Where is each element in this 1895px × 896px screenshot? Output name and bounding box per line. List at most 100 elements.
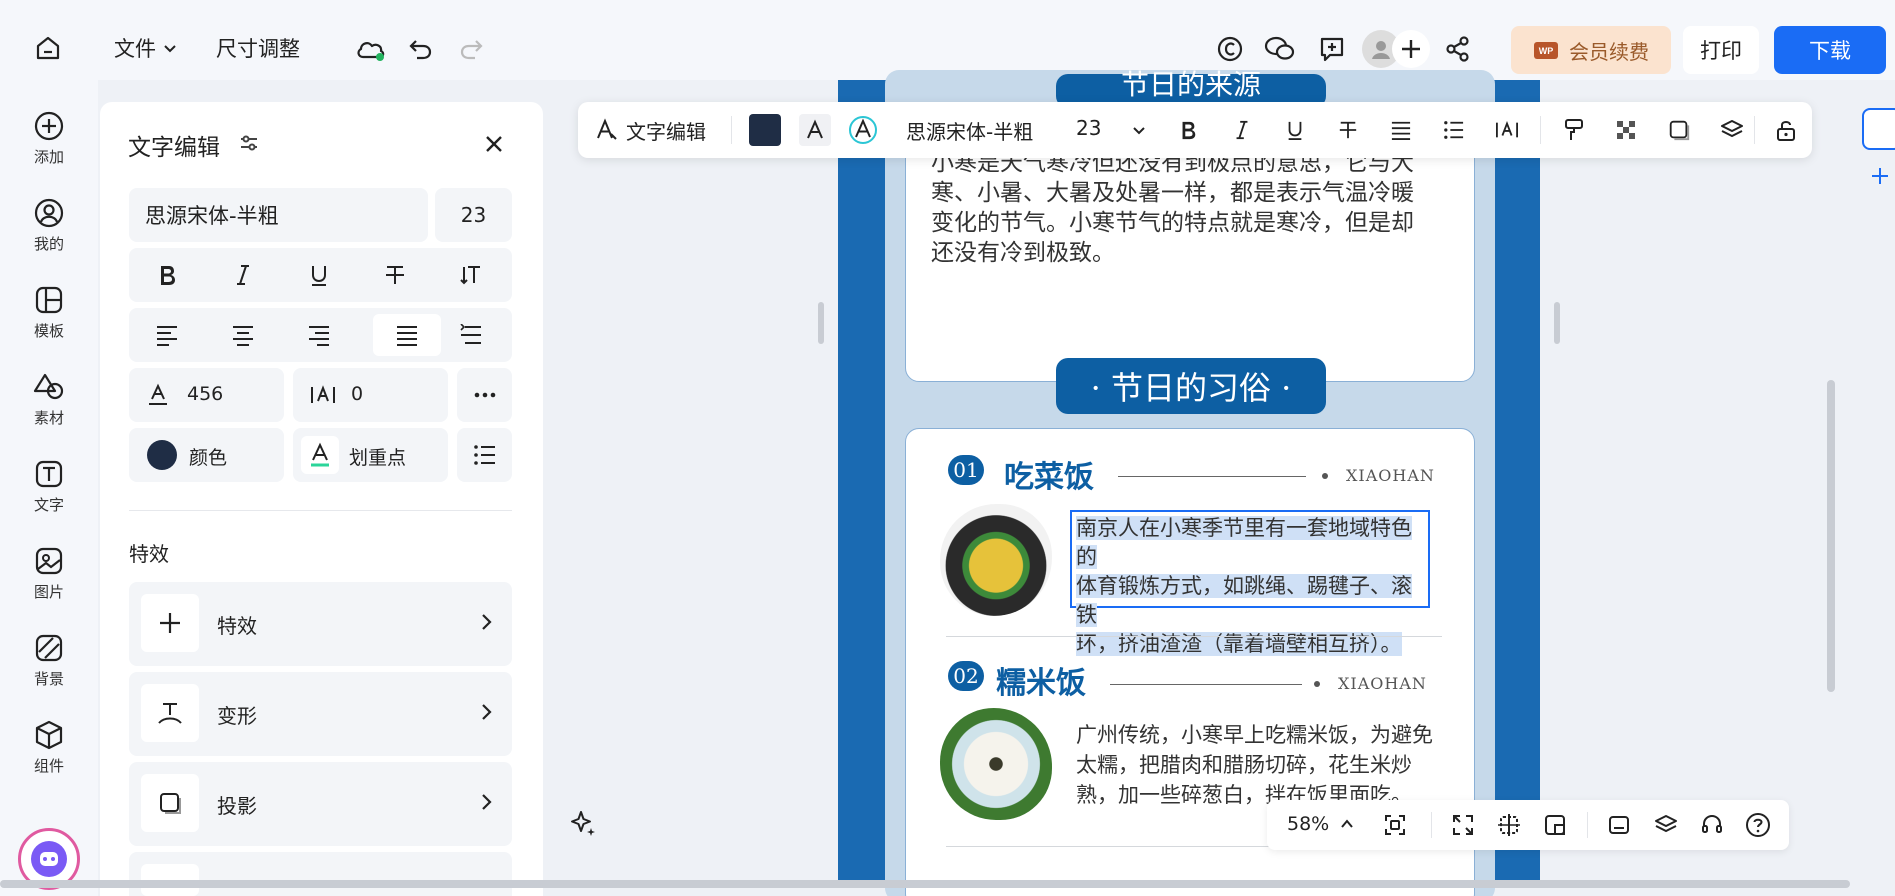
- copyright-icon[interactable]: [1214, 33, 1246, 65]
- undo-icon[interactable]: [405, 34, 435, 64]
- list-icon[interactable]: [1440, 116, 1468, 144]
- transparency-icon[interactable]: [1612, 116, 1640, 144]
- align-right-icon[interactable]: [297, 320, 341, 350]
- align-distribute-icon[interactable]: [449, 320, 493, 350]
- toolbar-font-family[interactable]: 思源宋体-半粗: [906, 116, 1033, 145]
- format-painter-icon[interactable]: [1560, 116, 1588, 144]
- color-label: 颜色: [189, 447, 228, 469]
- layers-icon[interactable]: [1718, 116, 1746, 144]
- bottom-toolbar: 58%: [1267, 800, 1789, 850]
- rail-item-material[interactable]: 素材: [0, 371, 98, 443]
- text-stroke-icon[interactable]: [847, 114, 879, 146]
- align-left-icon[interactable]: [145, 320, 189, 350]
- font-size-input[interactable]: 23: [435, 188, 512, 242]
- origin-paragraph[interactable]: 小寒是天气寒冷但还没有到极点的意思，它与大 寒、小暑、大暑及处暑一样，都是表示气…: [931, 148, 1461, 268]
- item-divider-line: [1118, 476, 1306, 477]
- align-justify-icon[interactable]: [1387, 116, 1415, 144]
- rail-item-background[interactable]: 背景: [0, 632, 98, 704]
- more-options-icon[interactable]: [457, 368, 512, 422]
- zoom-control[interactable]: 58%: [1287, 813, 1355, 835]
- cloud-sync-icon[interactable]: [354, 33, 388, 65]
- guides-icon[interactable]: [1495, 811, 1523, 839]
- italic-icon[interactable]: [1228, 116, 1256, 144]
- line-spacing-icon[interactable]: [1492, 116, 1522, 144]
- italic-icon[interactable]: [221, 260, 265, 290]
- list-icon[interactable]: [457, 428, 512, 482]
- text-edit-button[interactable]: 文字编辑: [594, 116, 706, 144]
- strikethrough-icon[interactable]: [1334, 116, 1362, 144]
- rail-item-text[interactable]: 文字: [0, 458, 98, 530]
- rail-item-image[interactable]: 图片: [0, 545, 98, 617]
- rail-item-mine[interactable]: 我的: [0, 197, 98, 269]
- rice-bowl-image[interactable]: [940, 708, 1052, 820]
- shadow-icon[interactable]: [1665, 116, 1693, 144]
- effect-row-more[interactable]: [129, 852, 512, 896]
- item-tag: XIAOHAN: [1346, 466, 1435, 485]
- toolbar-divider: [1540, 116, 1541, 144]
- align-center-icon[interactable]: [221, 320, 265, 350]
- settings-sliders-icon[interactable]: [236, 130, 262, 156]
- effect-row-transform[interactable]: 变形: [129, 672, 512, 756]
- add-comment-icon[interactable]: [1316, 33, 1348, 65]
- vip-renew-button[interactable]: WP 会员续费: [1511, 26, 1671, 74]
- vertical-text-icon[interactable]: [449, 260, 493, 290]
- print-label: 打印: [1700, 39, 1742, 63]
- highlight-button[interactable]: 划重点: [293, 428, 448, 482]
- resize-button[interactable]: 尺寸调整: [216, 30, 300, 66]
- add-collaborator-icon[interactable]: [1392, 30, 1430, 68]
- font-family-select[interactable]: 思源宋体-半粗: [129, 188, 428, 242]
- subtitle-icon[interactable]: [1605, 811, 1633, 839]
- rail-item-template[interactable]: 模板: [0, 284, 98, 356]
- redo-icon[interactable]: [457, 34, 487, 64]
- resize-handle-right[interactable]: [1554, 302, 1560, 344]
- customs-heading[interactable]: · 节日的习俗 ·: [1056, 358, 1326, 414]
- underline-icon[interactable]: [1281, 116, 1309, 144]
- fit-screen-icon[interactable]: [1381, 811, 1409, 839]
- resize-handle-left[interactable]: [818, 302, 824, 344]
- text-color-swatch[interactable]: [749, 114, 781, 146]
- strikethrough-icon[interactable]: [373, 260, 417, 290]
- wechat-icon[interactable]: [1263, 33, 1297, 65]
- effect-row-effects[interactable]: 特效: [129, 582, 512, 666]
- chevron-down-icon[interactable]: [1129, 120, 1149, 140]
- align-justify-icon[interactable]: [373, 314, 441, 356]
- toolbar-font-size[interactable]: 23: [1076, 116, 1101, 140]
- item-title[interactable]: 吃菜饭: [1004, 452, 1094, 496]
- effect-row-shadow[interactable]: 投影: [129, 762, 512, 846]
- letter-spacing-input[interactable]: 456: [129, 368, 284, 422]
- bold-icon[interactable]: [1174, 116, 1202, 144]
- layers-icon[interactable]: [1652, 811, 1680, 839]
- share-icon[interactable]: [1442, 33, 1474, 65]
- horizontal-scrollbar[interactable]: [0, 880, 1850, 888]
- user-icon: [33, 197, 65, 229]
- underline-icon[interactable]: [297, 260, 341, 290]
- panel-title: 文字编辑: [128, 135, 220, 161]
- rail-item-component[interactable]: 组件: [0, 719, 98, 791]
- file-menu[interactable]: 文件: [114, 30, 178, 66]
- line-spacing-input[interactable]: 0: [293, 368, 448, 422]
- unlock-icon[interactable]: [1772, 116, 1800, 144]
- chevron-down-icon: [162, 40, 178, 56]
- left-rail: 添加 我的 模板 素材 文字 图片 背景 组件: [0, 80, 98, 896]
- vertical-scrollbar[interactable]: [1827, 380, 1835, 692]
- color-picker[interactable]: 颜色: [129, 428, 284, 482]
- add-page-icon[interactable]: [1868, 164, 1892, 188]
- download-button[interactable]: 下载: [1774, 26, 1886, 74]
- paragraph-line: 南京人在小寒季节里有一套地域特色的: [1076, 516, 1412, 569]
- help-icon[interactable]: [1744, 811, 1772, 839]
- home-icon[interactable]: [30, 30, 66, 66]
- bold-icon[interactable]: [145, 260, 189, 290]
- close-icon[interactable]: [480, 130, 508, 158]
- text-background-icon[interactable]: [799, 114, 831, 146]
- page-number-box[interactable]: [1862, 108, 1895, 150]
- rail-item-add[interactable]: 添加: [0, 110, 98, 182]
- sparkle-icon[interactable]: [566, 806, 600, 840]
- headset-icon[interactable]: [1698, 811, 1726, 839]
- item-number: 02: [948, 661, 984, 691]
- layout-icon[interactable]: [1541, 811, 1569, 839]
- item-2-paragraph[interactable]: 广州传统，小寒早上吃糯米饭，为避免 太糯，把腊肉和腊肠切碎，花生米炒 熟，加一些…: [1076, 720, 1436, 810]
- print-button[interactable]: 打印: [1683, 26, 1759, 74]
- fullscreen-icon[interactable]: [1449, 811, 1477, 839]
- item-title[interactable]: 糯米饭: [996, 658, 1086, 702]
- item-1-paragraph[interactable]: 南京人在小寒季节里有一套地域特色的 体育锻炼方式，如跳绳、踢毽子、滚铁 环，挤油…: [1076, 514, 1426, 659]
